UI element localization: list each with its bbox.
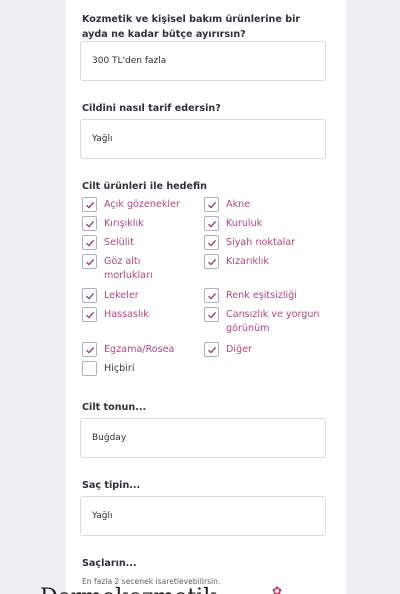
option-label: Akne — [226, 199, 251, 210]
option-label: Kızarıklık — [226, 256, 269, 267]
checkbox-checked-icon[interactable] — [82, 288, 97, 303]
question-skin-goals-label: Cilt ürünleri ile hedefin — [82, 181, 207, 192]
hair-type-field[interactable]: Yağlı — [80, 496, 326, 536]
question-budget-label: Kozmetik ve kişisel bakım ürünlerine bir… — [82, 14, 301, 40]
option-label: Kırışıklık — [104, 218, 144, 229]
option-egzama-rosea[interactable]: Egzama/Rosea — [82, 342, 200, 357]
skin-desc-field[interactable]: Yağlı — [80, 119, 326, 159]
question-skin-tone-label: Cilt tonun... — [82, 402, 147, 413]
option-hassaslik[interactable]: Hassaslık — [82, 307, 200, 322]
option-label: Göz altı morlukları — [104, 256, 153, 281]
checkbox-checked-icon[interactable] — [82, 307, 97, 322]
option-label: Siyah noktalar — [226, 237, 296, 248]
option-label: Hassaslık — [104, 309, 149, 320]
option-siyah-noktalar[interactable]: Siyah noktalar — [204, 235, 334, 250]
option-label: Selülit — [104, 237, 134, 248]
option-label: Hiçbiri — [104, 363, 135, 374]
option-label: Açık gözenekler — [104, 199, 180, 210]
checkbox-checked-icon[interactable] — [204, 307, 219, 322]
option-label: Diğer — [226, 344, 252, 355]
option-akne[interactable]: Akne — [204, 197, 334, 212]
checkbox-checked-icon[interactable] — [204, 216, 219, 231]
checkbox-checked-icon[interactable] — [82, 235, 97, 250]
option-kirisiklik[interactable]: Kırışıklık — [82, 216, 200, 231]
checkbox-unchecked-icon[interactable] — [82, 361, 97, 376]
option-label: Kuruluk — [226, 218, 263, 229]
budget-field[interactable]: 300 TL'den fazla — [80, 41, 326, 81]
option-kizariklik[interactable]: Kızarıklık — [204, 254, 334, 269]
footer-brand-text: Dermokozmetik — [40, 585, 217, 594]
checkbox-checked-icon[interactable] — [204, 342, 219, 357]
option-lekeler[interactable]: Lekeler — [82, 288, 200, 303]
option-acik-gozenekler[interactable]: Açık gözenekler — [82, 197, 200, 212]
checkbox-checked-icon[interactable] — [82, 197, 97, 212]
checkbox-checked-icon[interactable] — [204, 254, 219, 269]
checkbox-checked-icon[interactable] — [82, 342, 97, 357]
checkbox-checked-icon[interactable] — [204, 235, 219, 250]
option-label: Lekeler — [104, 290, 139, 301]
checkbox-checked-icon[interactable] — [204, 197, 219, 212]
flower-icon: ✿ — [272, 584, 283, 594]
option-goz-alti-morluklari[interactable]: Göz altı morlukları — [82, 254, 174, 283]
checkbox-checked-icon[interactable] — [82, 254, 97, 269]
checkbox-checked-icon[interactable] — [82, 216, 97, 231]
option-selulit[interactable]: Selülit — [82, 235, 200, 250]
question-skin-desc-label: Cildini nasıl tarif edersin? — [82, 103, 221, 114]
survey-card: Kozmetik ve kişisel bakım ürünlerine bir… — [66, 0, 346, 594]
option-hicbiri[interactable]: Hiçbiri — [82, 361, 200, 376]
question-hair-type-label: Saç tipin... — [82, 480, 141, 491]
option-renk-esitsizligi[interactable]: Renk eşitsizliği — [204, 288, 336, 303]
checkbox-checked-icon[interactable] — [204, 288, 219, 303]
question-hair-label: Saçların... — [82, 558, 137, 569]
option-label: Cansızlık ve yorgun görünüm — [226, 309, 320, 334]
option-label: Renk eşitsizliği — [226, 290, 297, 301]
option-diger[interactable]: Diğer — [204, 342, 334, 357]
option-cansizlik[interactable]: Cansızlık ve yorgun görünüm — [204, 307, 330, 336]
skin-tone-field[interactable]: Buğday — [80, 418, 326, 458]
option-kuruluk[interactable]: Kuruluk — [204, 216, 334, 231]
option-label: Egzama/Rosea — [104, 344, 175, 355]
